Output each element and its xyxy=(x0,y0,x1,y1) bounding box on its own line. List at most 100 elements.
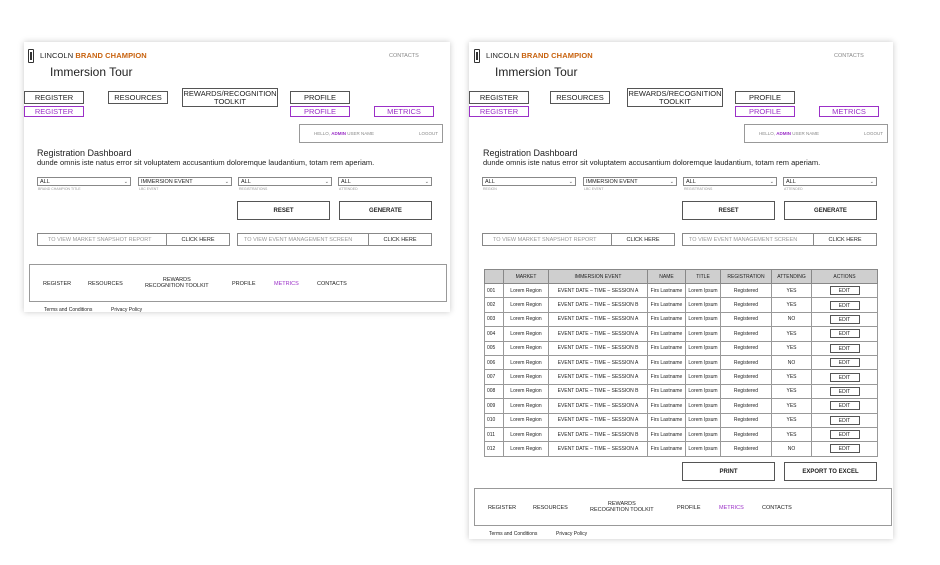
market-snapshot-click-here[interactable]: CLICK HERE xyxy=(166,234,229,245)
filter-lbc-event[interactable]: IMMERSION EVENT ⌄ xyxy=(583,177,677,186)
footer-contacts-link[interactable]: CONTACTS xyxy=(762,505,792,511)
generate-button[interactable]: GENERATE xyxy=(339,201,432,220)
terms-link[interactable]: Terms and Conditions xyxy=(44,307,92,313)
cell-registration: Registered xyxy=(720,282,772,299)
contacts-link[interactable]: CONTACTS xyxy=(389,53,419,59)
cell-event: EVENT DATE – TIME – SESSION A xyxy=(548,311,648,328)
rewards-button[interactable]: REWARDS/RECOGNITION TOOLKIT xyxy=(627,88,723,107)
profile-button[interactable]: PROFILE xyxy=(735,91,795,104)
filter-registrations[interactable]: ALL ⌄ xyxy=(238,177,332,186)
cell-registration: Registered xyxy=(720,426,772,443)
edit-button[interactable]: EDIT xyxy=(829,329,860,339)
market-snapshot-row: TO VIEW MARKET SNAPSHOT REPORT CLICK HER… xyxy=(37,233,230,246)
cell-registration: Registered xyxy=(720,412,772,428)
register-button[interactable]: REGISTER xyxy=(469,91,529,104)
filter-brand-champion-title[interactable]: ALL ⌄ xyxy=(37,177,131,186)
privacy-link[interactable]: Privacy Policy xyxy=(111,307,142,313)
footer-profile-link[interactable]: PROFILE xyxy=(232,281,256,287)
cell-registration: Registered xyxy=(720,340,772,356)
sub-register-button[interactable]: REGISTER xyxy=(469,106,529,117)
contacts-link[interactable]: CONTACTS xyxy=(834,53,864,59)
cell-id: 002 xyxy=(484,297,504,313)
filter-label: REGISTRATIONS xyxy=(684,187,713,191)
cell-market: Lorem Region xyxy=(503,398,549,414)
cell-name: Firs Lastname xyxy=(647,297,686,313)
edit-button[interactable]: EDIT xyxy=(829,401,860,411)
column-header-registration: REGISTRATION xyxy=(720,269,772,284)
resources-button[interactable]: RESOURCES xyxy=(108,91,168,104)
cell-id: 001 xyxy=(484,282,504,299)
logout-link[interactable]: LOGOUT xyxy=(864,131,883,136)
footer-resources-link[interactable]: RESOURCES xyxy=(88,281,123,287)
sub-metrics-button[interactable]: METRICS xyxy=(819,106,879,117)
cell-attending: NO xyxy=(771,311,812,328)
market-snapshot-text: TO VIEW MARKET SNAPSHOT REPORT xyxy=(48,236,152,243)
edit-button[interactable]: EDIT xyxy=(829,300,860,310)
generate-button[interactable]: GENERATE xyxy=(784,201,877,220)
event-management-click-here[interactable]: CLICK HERE xyxy=(368,234,431,245)
table-row: 012 Lorem Region EVENT DATE – TIME – SESSI… xyxy=(484,441,878,457)
export-excel-button[interactable]: EXPORT TO EXCEL xyxy=(784,462,877,481)
cell-attending: YES xyxy=(771,326,812,342)
cell-registration: Registered xyxy=(720,441,772,457)
event-management-text: TO VIEW EVENT MANAGEMENT SCREEN xyxy=(689,236,798,243)
column-header-id xyxy=(484,269,504,284)
register-button[interactable]: REGISTER xyxy=(24,91,84,104)
edit-button[interactable]: EDIT xyxy=(829,415,860,425)
market-snapshot-text: TO VIEW MARKET SNAPSHOT REPORT xyxy=(493,236,597,243)
sub-profile-button[interactable]: PROFILE xyxy=(290,106,350,117)
cell-actions: EDIT xyxy=(811,282,878,299)
cell-market: Lorem Region xyxy=(503,441,549,457)
cell-actions: EDIT xyxy=(811,354,878,371)
footer-register-link[interactable]: REGISTER xyxy=(43,281,71,287)
footer-nav: REGISTER RESOURCES REWARDS RECOGNITION TO… xyxy=(29,264,447,302)
sub-metrics-button[interactable]: METRICS xyxy=(374,106,434,117)
edit-button[interactable]: EDIT xyxy=(829,386,860,396)
edit-button[interactable]: EDIT xyxy=(829,358,860,368)
rewards-button[interactable]: REWARDS/RECOGNITION TOOLKIT xyxy=(182,88,278,107)
terms-link[interactable]: Terms and Conditions xyxy=(489,531,537,537)
table-row: 010 Lorem Region EVENT DATE – TIME – SESSI… xyxy=(484,412,878,428)
cell-name: Firs Lastname xyxy=(647,369,686,385)
privacy-link[interactable]: Privacy Policy xyxy=(556,531,587,537)
footer-rewards-link[interactable]: REWARDS RECOGNITION TOOLKIT xyxy=(145,277,209,289)
footer-profile-link[interactable]: PROFILE xyxy=(677,505,701,511)
footer-metrics-link[interactable]: METRICS xyxy=(274,281,299,287)
cell-attending: YES xyxy=(771,412,812,428)
filter-registrations[interactable]: ALL ⌄ xyxy=(683,177,777,186)
sub-profile-button[interactable]: PROFILE xyxy=(735,106,795,117)
footer-resources-link[interactable]: RESOURCES xyxy=(533,505,568,511)
edit-button[interactable]: EDIT xyxy=(829,314,860,324)
market-snapshot-click-here[interactable]: CLICK HERE xyxy=(611,234,674,245)
column-header-attending: ATTENDING xyxy=(771,269,812,284)
edit-button[interactable]: EDIT xyxy=(829,286,860,296)
logout-link[interactable]: LOGOUT xyxy=(419,131,438,136)
profile-button[interactable]: PROFILE xyxy=(290,91,350,104)
filter-label: LBC EVENT xyxy=(584,187,604,191)
footer-rewards-link[interactable]: REWARDS RECOGNITION TOOLKIT xyxy=(590,501,654,513)
resources-button[interactable]: RESOURCES xyxy=(550,91,610,104)
event-management-click-here[interactable]: CLICK HERE xyxy=(813,234,876,245)
footer-register-link[interactable]: REGISTER xyxy=(488,505,516,511)
footer-metrics-link[interactable]: METRICS xyxy=(719,505,744,511)
user-name: USER NAME xyxy=(347,131,375,136)
filter-lbc-event[interactable]: IMMERSION EVENT ⌄ xyxy=(138,177,232,186)
reset-button[interactable]: RESET xyxy=(682,201,775,220)
filter-region[interactable]: ALL ⌄ xyxy=(482,177,576,186)
edit-button[interactable]: EDIT xyxy=(829,343,860,353)
filter-attended[interactable]: ALL ⌄ xyxy=(783,177,877,186)
print-button[interactable]: PRINT xyxy=(682,462,775,481)
edit-button[interactable]: EDIT xyxy=(829,430,860,440)
reset-button[interactable]: RESET xyxy=(237,201,330,220)
filter-attended[interactable]: ALL ⌄ xyxy=(338,177,432,186)
filter-label: REGION xyxy=(483,187,497,191)
footer-contacts-link[interactable]: CONTACTS xyxy=(317,281,347,287)
page-title: Immersion Tour xyxy=(495,65,578,79)
cell-event: EVENT DATE – TIME – SESSION A xyxy=(548,326,648,342)
brand-prefix: LINCOLN xyxy=(486,51,520,60)
cell-event: EVENT DATE – TIME – SESSION A xyxy=(548,398,648,414)
filter-label: ATTENDED xyxy=(339,187,358,191)
edit-button[interactable]: EDIT xyxy=(829,444,860,454)
sub-register-button[interactable]: REGISTER xyxy=(24,106,84,117)
edit-button[interactable]: EDIT xyxy=(829,372,860,382)
